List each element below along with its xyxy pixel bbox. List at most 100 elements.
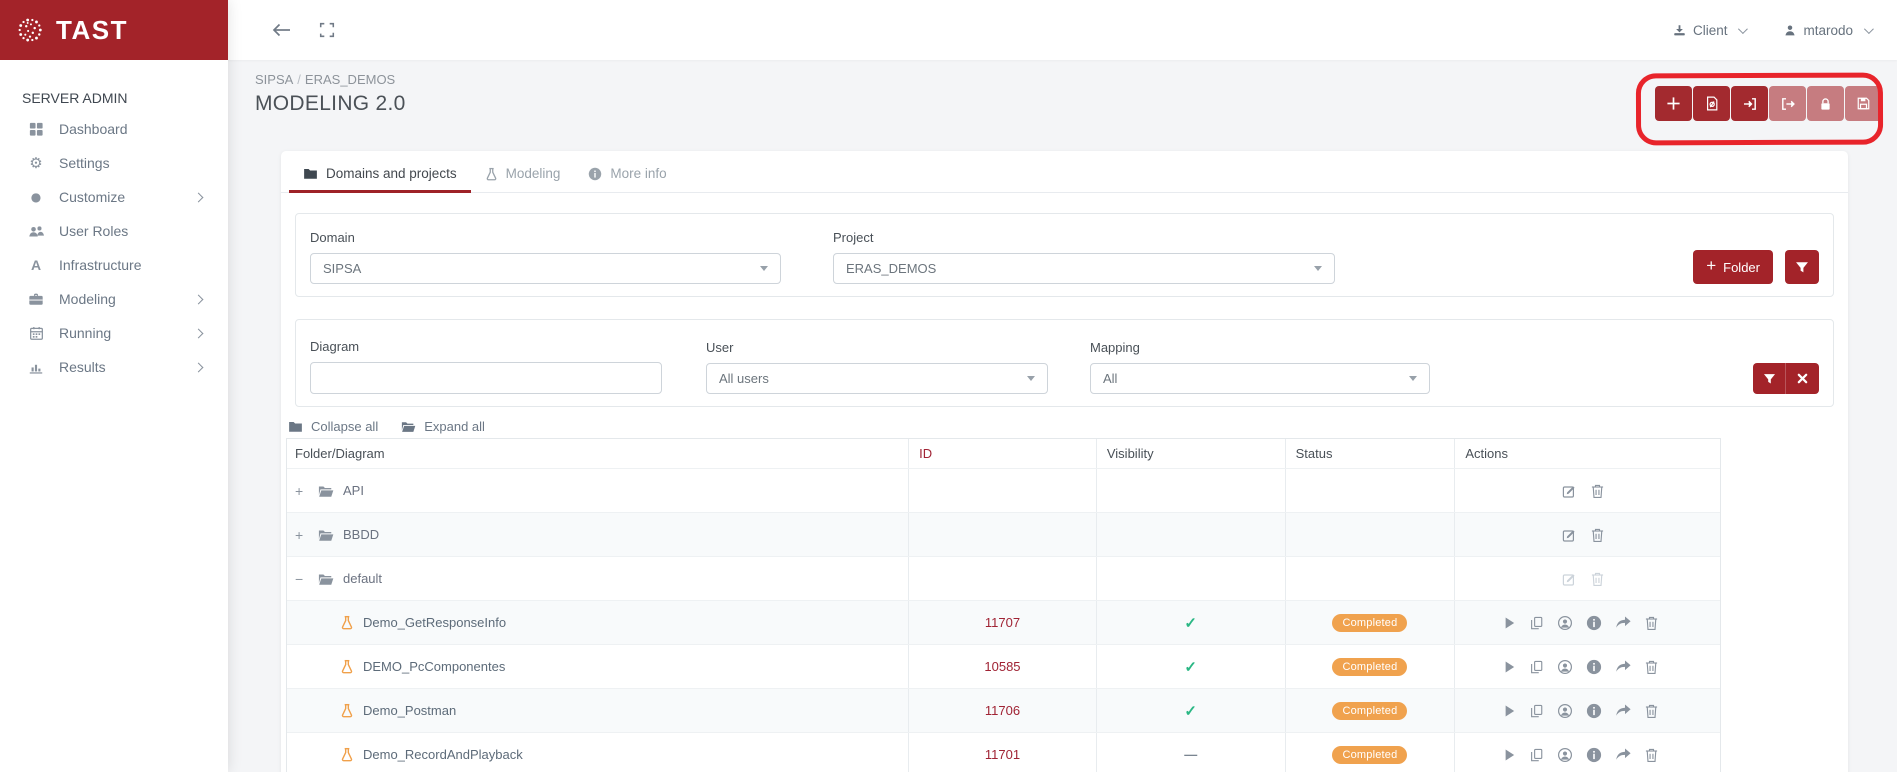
sidebar-item-customize[interactable]: ● Customize bbox=[0, 180, 228, 214]
owner-icon[interactable] bbox=[1557, 747, 1573, 763]
tab-label: Domains and projects bbox=[326, 166, 457, 181]
trash-icon[interactable] bbox=[1590, 571, 1605, 587]
run-icon[interactable] bbox=[1503, 748, 1516, 762]
owner-icon[interactable] bbox=[1557, 659, 1573, 675]
folder-toggle[interactable]: − bbox=[295, 571, 311, 587]
save-button[interactable] bbox=[1845, 86, 1882, 121]
info-icon[interactable] bbox=[1586, 747, 1602, 763]
sidebar-item-label: Dashboard bbox=[59, 121, 128, 137]
sign-in-button[interactable] bbox=[1731, 86, 1768, 121]
trash-icon[interactable] bbox=[1590, 483, 1605, 499]
folder-toggle[interactable]: + bbox=[295, 483, 311, 499]
topbar: Client mtarodo bbox=[228, 0, 1897, 60]
trash-icon[interactable] bbox=[1644, 659, 1659, 675]
breadcrumb-parent[interactable]: SIPSA bbox=[255, 72, 293, 87]
column-header-status[interactable]: Status bbox=[1286, 439, 1456, 468]
dotted-sphere-icon bbox=[15, 15, 45, 45]
share-icon[interactable] bbox=[1615, 615, 1631, 630]
letter-a-icon: A bbox=[26, 257, 46, 273]
sidebar-item-modeling[interactable]: Modeling bbox=[0, 282, 228, 316]
info-icon[interactable] bbox=[1586, 659, 1602, 675]
share-icon[interactable] bbox=[1615, 659, 1631, 674]
funnel-icon bbox=[1795, 261, 1809, 274]
mapping-select[interactable]: All bbox=[1090, 363, 1430, 394]
status-badge: Completed bbox=[1332, 658, 1407, 676]
user-menu[interactable]: mtarodo bbox=[1783, 23, 1871, 38]
import-file-button[interactable] bbox=[1693, 86, 1730, 121]
chevron-down-icon bbox=[1738, 24, 1748, 34]
share-icon[interactable] bbox=[1615, 747, 1631, 762]
copy-icon[interactable] bbox=[1529, 703, 1544, 719]
folder-name[interactable]: API bbox=[343, 483, 364, 498]
info-icon[interactable] bbox=[1586, 615, 1602, 631]
folder-open-icon bbox=[317, 528, 334, 542]
sidebar-item-settings[interactable]: ⚙ Settings bbox=[0, 146, 228, 180]
diagram-name[interactable]: Demo_Postman bbox=[363, 703, 456, 718]
gear-icon: ⚙ bbox=[26, 154, 46, 172]
status-badge: Completed bbox=[1332, 702, 1407, 720]
lock-button[interactable] bbox=[1807, 86, 1844, 121]
collapse-all-link[interactable]: Collapse all bbox=[288, 419, 378, 434]
client-menu[interactable]: Client bbox=[1672, 23, 1746, 38]
copy-icon[interactable] bbox=[1529, 747, 1544, 763]
edit-icon[interactable] bbox=[1561, 527, 1577, 543]
tab-label: Modeling bbox=[506, 166, 561, 181]
folder-icon bbox=[303, 167, 318, 180]
clear-filter-button[interactable] bbox=[1786, 363, 1819, 394]
owner-icon[interactable] bbox=[1557, 615, 1573, 631]
sidebar-item-label: Running bbox=[59, 325, 111, 341]
status-badge: Completed bbox=[1332, 746, 1407, 764]
sidebar-item-running[interactable]: Running bbox=[0, 316, 228, 350]
folder-name[interactable]: default bbox=[343, 571, 382, 586]
fullscreen-icon[interactable] bbox=[318, 21, 336, 39]
trash-icon[interactable] bbox=[1644, 615, 1659, 631]
project-select-value: ERAS_DEMOS bbox=[846, 261, 936, 276]
column-header-id[interactable]: ID bbox=[909, 439, 1097, 468]
sidebar-item-infrastructure[interactable]: A Infrastructure bbox=[0, 248, 228, 282]
folder-toggle[interactable]: + bbox=[295, 527, 311, 543]
folder-open-icon bbox=[400, 420, 416, 433]
trash-icon[interactable] bbox=[1644, 747, 1659, 763]
diagram-name[interactable]: Demo_RecordAndPlayback bbox=[363, 747, 523, 762]
tab-modeling[interactable]: Modeling bbox=[471, 157, 575, 193]
diagram-name[interactable]: DEMO_PcComponentes bbox=[363, 659, 505, 674]
info-icon[interactable] bbox=[1586, 703, 1602, 719]
info-circle-icon bbox=[588, 167, 602, 181]
edit-icon[interactable] bbox=[1561, 483, 1577, 499]
sidebar-item-dashboard[interactable]: Dashboard bbox=[0, 112, 228, 146]
run-icon[interactable] bbox=[1503, 704, 1516, 718]
briefcase-icon bbox=[26, 291, 46, 307]
table-header: Folder/Diagram ID Visibility Status Acti… bbox=[287, 439, 1720, 468]
folders-table: Folder/Diagram ID Visibility Status Acti… bbox=[286, 438, 1721, 772]
back-arrow-icon[interactable] bbox=[270, 20, 292, 40]
user-select[interactable]: All users bbox=[706, 363, 1048, 394]
tab-more-info[interactable]: More info bbox=[574, 157, 680, 193]
tab-domains-and-projects[interactable]: Domains and projects bbox=[289, 157, 471, 193]
column-header-actions[interactable]: Actions bbox=[1455, 439, 1720, 468]
copy-icon[interactable] bbox=[1529, 659, 1544, 675]
apply-filter-button[interactable] bbox=[1753, 363, 1786, 394]
filter-button[interactable] bbox=[1785, 250, 1819, 284]
sidebar-item-results[interactable]: Results bbox=[0, 350, 228, 384]
edit-icon[interactable] bbox=[1561, 571, 1577, 587]
trash-icon[interactable] bbox=[1590, 527, 1605, 543]
diagram-name[interactable]: Demo_GetResponseInfo bbox=[363, 615, 506, 630]
domain-label: Domain bbox=[310, 230, 781, 245]
copy-icon[interactable] bbox=[1529, 615, 1544, 631]
add-button[interactable] bbox=[1655, 86, 1692, 121]
add-folder-button[interactable]: + Folder bbox=[1693, 250, 1773, 284]
domain-select[interactable]: SIPSA bbox=[310, 253, 781, 284]
column-header-visibility[interactable]: Visibility bbox=[1097, 439, 1286, 468]
run-icon[interactable] bbox=[1503, 660, 1516, 674]
owner-icon[interactable] bbox=[1557, 703, 1573, 719]
project-select[interactable]: ERAS_DEMOS bbox=[833, 253, 1335, 284]
share-icon[interactable] bbox=[1615, 703, 1631, 718]
folder-name[interactable]: BBDD bbox=[343, 527, 379, 542]
run-icon[interactable] bbox=[1503, 616, 1516, 630]
expand-all-link[interactable]: Expand all bbox=[400, 419, 485, 434]
sidebar-item-user-roles[interactable]: User Roles bbox=[0, 214, 228, 248]
trash-icon[interactable] bbox=[1644, 703, 1659, 719]
sign-out-button[interactable] bbox=[1769, 86, 1806, 121]
column-header-folder-diagram[interactable]: Folder/Diagram bbox=[287, 439, 909, 468]
diagram-input[interactable] bbox=[310, 362, 662, 394]
